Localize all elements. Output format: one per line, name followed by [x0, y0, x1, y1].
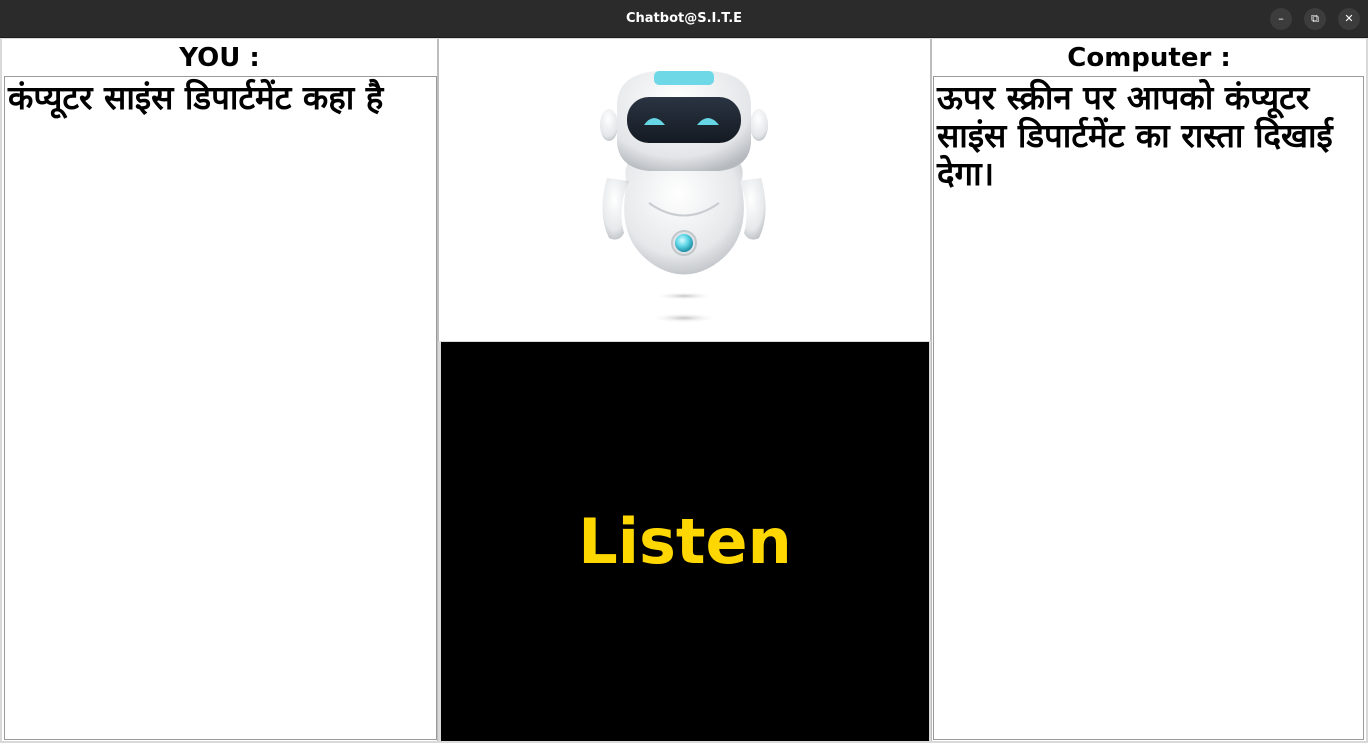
computer-text-area[interactable]: ऊपर स्क्रीन पर आपको कंप्यूटर साइंस डिपार…: [933, 76, 1364, 740]
listen-button[interactable]: Listen: [441, 342, 929, 741]
listen-button-label: Listen: [578, 505, 792, 578]
computer-header: Computer :: [1067, 43, 1231, 73]
robot-image-panel: [438, 39, 931, 341]
robot-icon: [600, 71, 768, 323]
maximize-icon: ⧉: [1311, 12, 1319, 25]
you-header: YOU :: [179, 43, 260, 73]
computer-panel: Computer : ऊपर स्क्रीन पर आपको कंप्यूटर …: [931, 39, 1366, 741]
window-title: Chatbot@S.I.T.E: [625, 11, 743, 26]
minimize-button[interactable]: –: [1270, 8, 1292, 30]
close-icon: ✕: [1344, 12, 1354, 25]
close-button[interactable]: ✕: [1338, 8, 1360, 30]
maximize-button[interactable]: ⧉: [1304, 8, 1326, 30]
minimize-icon: –: [1278, 12, 1284, 25]
you-panel: YOU : कंप्यूटर साइंस डिपार्टमेंट कहा है: [2, 39, 438, 741]
window-titlebar: Chatbot@S.I.T.E – ⧉ ✕: [0, 0, 1368, 38]
you-text-area[interactable]: कंप्यूटर साइंस डिपार्टमेंट कहा है: [4, 76, 437, 740]
